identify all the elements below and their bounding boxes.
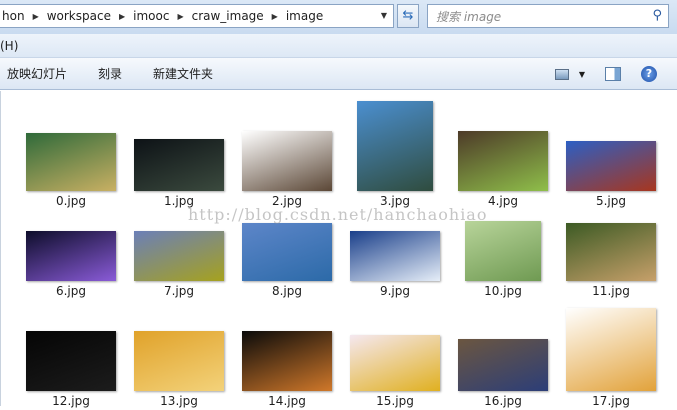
view-dropdown-icon[interactable]: ▼ [579,70,585,79]
file-item[interactable]: 16.jpg [449,300,557,410]
breadcrumb-arrow-icon[interactable]: ▶ [272,12,278,21]
file-name: 9.jpg [379,284,411,298]
breadcrumb-imooc[interactable]: imooc [133,9,169,23]
breadcrumb-arrow-icon[interactable]: ▶ [177,12,183,21]
file-name: 1.jpg [163,194,195,208]
breadcrumb-craw-image[interactable]: craw_image [192,9,264,23]
image-thumbnail [242,223,332,281]
file-item[interactable]: 3.jpg [341,95,449,210]
file-name: 5.jpg [595,194,627,208]
breadcrumb-python[interactable]: hon [2,9,25,23]
help-icon[interactable]: ? [641,66,657,82]
file-name: 16.jpg [484,394,522,408]
file-item[interactable]: 11.jpg [557,210,665,300]
menu-help[interactable]: (H) [0,39,18,53]
file-item[interactable]: 6.jpg [17,210,125,300]
image-thumbnail [26,133,116,191]
file-item[interactable]: 9.jpg [341,210,449,300]
file-item[interactable]: 14.jpg [233,300,341,410]
file-name: 4.jpg [487,194,519,208]
burn-button[interactable]: 刻录 [98,65,122,82]
file-name: 8.jpg [271,284,303,298]
image-thumbnail [350,231,440,281]
file-name: 3.jpg [379,194,411,208]
file-item[interactable]: 15.jpg [341,300,449,410]
image-thumbnail [458,339,548,391]
image-thumbnail [134,139,224,191]
toolbar: 放映幻灯片 刻录 新建文件夹 ▼ ? [0,58,677,90]
new-folder-button[interactable]: 新建文件夹 [153,65,213,82]
file-name: 17.jpg [592,394,630,408]
image-thumbnail [134,231,224,281]
file-name: 7.jpg [163,284,195,298]
breadcrumb-workspace[interactable]: workspace [47,9,111,23]
file-item[interactable]: 1.jpg [125,95,233,210]
refresh-icon: ⇆ [402,8,414,23]
image-thumbnail [566,308,656,391]
image-thumbnail [26,231,116,281]
file-item[interactable]: 7.jpg [125,210,233,300]
breadcrumb-image[interactable]: image [286,9,323,23]
image-thumbnail [357,101,433,191]
menu-bar: (H) [0,34,677,58]
file-item[interactable]: 4.jpg [449,95,557,210]
refresh-button[interactable]: ⇆ [397,4,419,28]
breadcrumb-arrow-icon[interactable]: ▶ [119,12,125,21]
search-placeholder: 搜索 image [436,9,502,24]
address-row: hon ▶ workspace ▶ imooc ▶ craw_image ▶ image… [0,0,677,34]
image-thumbnail [458,131,548,191]
address-bar[interactable]: hon ▶ workspace ▶ imooc ▶ craw_image ▶ image… [0,4,394,28]
file-name: 6.jpg [55,284,87,298]
file-item[interactable]: 2.jpg [233,95,341,210]
search-input[interactable]: 搜索 image ⚲ [427,4,669,28]
slideshow-button[interactable]: 放映幻灯片 [7,65,67,82]
image-thumbnail [566,223,656,281]
file-item[interactable]: 0.jpg [17,95,125,210]
view-options-icon[interactable] [554,68,569,80]
file-item[interactable]: 13.jpg [125,300,233,410]
address-dropdown-icon[interactable]: ▼ [381,11,387,20]
image-thumbnail [566,141,656,191]
file-item[interactable]: 5.jpg [557,95,665,210]
breadcrumb-arrow-icon[interactable]: ▶ [33,12,39,21]
file-name: 10.jpg [484,284,522,298]
file-name: 12.jpg [52,394,90,408]
file-name: 2.jpg [271,194,303,208]
image-thumbnail [242,131,332,191]
file-item[interactable]: 17.jpg [557,300,665,410]
image-thumbnail [350,335,440,391]
file-view: 0.jpg 1.jpg 2.jpg 3.jpg 4.jpg 5.jpg 6.jpg 7.jpg… [0,91,677,408]
file-name: 11.jpg [592,284,630,298]
file-name: 0.jpg [55,194,87,208]
image-thumbnail [134,331,224,391]
file-item[interactable]: 8.jpg [233,210,341,300]
file-name: 13.jpg [160,394,198,408]
preview-pane-icon[interactable] [605,67,621,81]
image-thumbnail [26,331,116,391]
search-icon[interactable]: ⚲ [652,8,662,23]
file-name: 15.jpg [376,394,414,408]
image-thumbnail [242,331,332,391]
file-item[interactable]: 10.jpg [449,210,557,300]
image-thumbnail [465,221,541,281]
file-item[interactable]: 12.jpg [17,300,125,410]
file-name: 14.jpg [268,394,306,408]
